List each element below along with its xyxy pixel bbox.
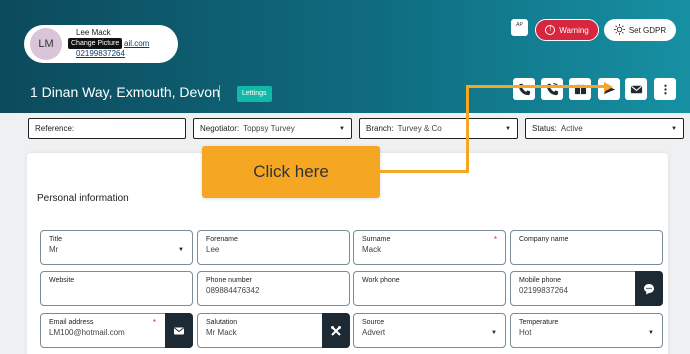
warning-icon: ! (545, 25, 556, 35)
send-email-button[interactable] (165, 313, 193, 348)
salutation-field[interactable]: Salutation Mr Mack (197, 313, 350, 348)
phone-number-value: 089884476342 (206, 286, 260, 295)
phone-button[interactable] (513, 78, 535, 100)
chevron-down-icon: ▼ (339, 125, 345, 132)
mobile-phone-value: 02199837264 (519, 286, 568, 295)
mail-icon (174, 327, 184, 334)
set-gdpr-button[interactable]: Set GDPR (604, 19, 676, 41)
email-address-value: LM100@hotmail.com (49, 328, 125, 337)
work-phone-label: Work phone (362, 277, 400, 284)
salutation-value: Mr Mack (206, 328, 237, 337)
change-picture-tooltip: Change Picture (68, 38, 123, 49)
mobile-phone-field[interactable]: Mobile phone 02199837264 (510, 271, 663, 306)
tools-icon (331, 325, 341, 336)
branch-value: Turvey & Co (397, 124, 442, 133)
email-button[interactable] (625, 78, 647, 100)
temperature-label: Temperature (519, 319, 559, 326)
required-marker: * (152, 318, 156, 327)
surname-label: Surname (362, 236, 391, 243)
company-name-field[interactable]: Company name (510, 230, 663, 265)
status-select[interactable]: Status: Active ▼ (525, 118, 684, 139)
title-select[interactable]: Title Mr ▼ (40, 230, 193, 265)
status-label: Status: (532, 124, 557, 133)
chevron-down-icon: ▼ (491, 330, 497, 336)
sms-button[interactable] (635, 271, 663, 306)
source-select[interactable]: Source Advert ▼ (353, 313, 506, 348)
branch-select[interactable]: Branch: Turvey & Co ▼ (359, 118, 518, 139)
negotiator-select[interactable]: Negotiator: Toppsy Turvey ▼ (193, 118, 352, 139)
salutation-label: Salutation (206, 319, 238, 326)
meeting-button[interactable] (569, 78, 591, 100)
negotiator-label: Negotiator: (200, 124, 240, 133)
forename-field[interactable]: Forename Lee (197, 230, 350, 265)
call-log-button[interactable] (541, 78, 563, 100)
reference-label: Reference: (35, 124, 75, 133)
callout-connector-vertical (466, 86, 469, 173)
ap-badge[interactable]: AP (511, 19, 528, 36)
phone-number-field[interactable]: Phone number 089884476342 (197, 271, 350, 306)
surname-field[interactable]: Surname Mack * (353, 230, 506, 265)
source-value: Advert (362, 328, 386, 337)
email-address-field[interactable]: Email address LM100@hotmail.com * (40, 313, 193, 348)
email-address-label: Email address (49, 319, 94, 326)
warning-label: Warning (559, 25, 589, 35)
callout-connector-top (466, 85, 606, 88)
more-vertical-icon (663, 84, 667, 94)
reference-field[interactable]: Reference: (28, 118, 186, 139)
chevron-down-icon: ▼ (505, 125, 511, 132)
salutation-tools-button[interactable] (322, 313, 350, 348)
website-field[interactable]: Website (40, 271, 193, 306)
chevron-down-icon: ▼ (671, 125, 677, 132)
temperature-select[interactable]: Temperature Hot ▼ (510, 313, 663, 348)
avatar[interactable]: LM (30, 28, 62, 60)
warning-button[interactable]: ! Warning (535, 19, 599, 41)
mail-icon (630, 85, 642, 93)
mobile-phone-label: Mobile phone (519, 277, 562, 284)
company-name-label: Company name (519, 236, 569, 243)
header-divider (219, 85, 220, 101)
contact-phone-link[interactable]: 02199837264 (76, 49, 125, 58)
source-label: Source (362, 319, 385, 326)
temperature-value: Hot (519, 328, 532, 337)
property-address: 1 Dinan Way, Exmouth, Devon (30, 84, 220, 100)
work-phone-field[interactable]: Work phone (353, 271, 506, 306)
contact-email-link[interactable]: ail.com (124, 39, 149, 48)
set-gdpr-label: Set GDPR (628, 25, 667, 35)
negotiator-value: Toppsy Turvey (243, 124, 295, 133)
title-label: Title (49, 236, 62, 243)
callout-arrowhead (604, 82, 613, 92)
section-title: Personal information (37, 193, 129, 204)
contact-name: Lee Mack (76, 28, 111, 37)
callout-connector-horizontal (380, 170, 468, 173)
surname-value: Mack (362, 245, 382, 254)
title-value: Mr (49, 245, 59, 254)
sun-icon (613, 23, 625, 37)
chevron-down-icon: ▼ (648, 330, 654, 336)
forename-label: Forename (206, 236, 238, 243)
required-marker: * (493, 235, 497, 244)
branch-label: Branch: (366, 124, 394, 133)
forename-value: Lee (206, 245, 220, 254)
lettings-badge: Lettings (237, 86, 272, 102)
website-label: Website (49, 277, 75, 284)
chevron-down-icon: ▼ (178, 247, 184, 253)
more-options-button[interactable] (654, 78, 676, 100)
status-value: Active (560, 124, 583, 133)
chat-icon (644, 283, 654, 294)
phone-number-label: Phone number (206, 277, 252, 284)
click-here-callout: Click here (202, 146, 380, 198)
